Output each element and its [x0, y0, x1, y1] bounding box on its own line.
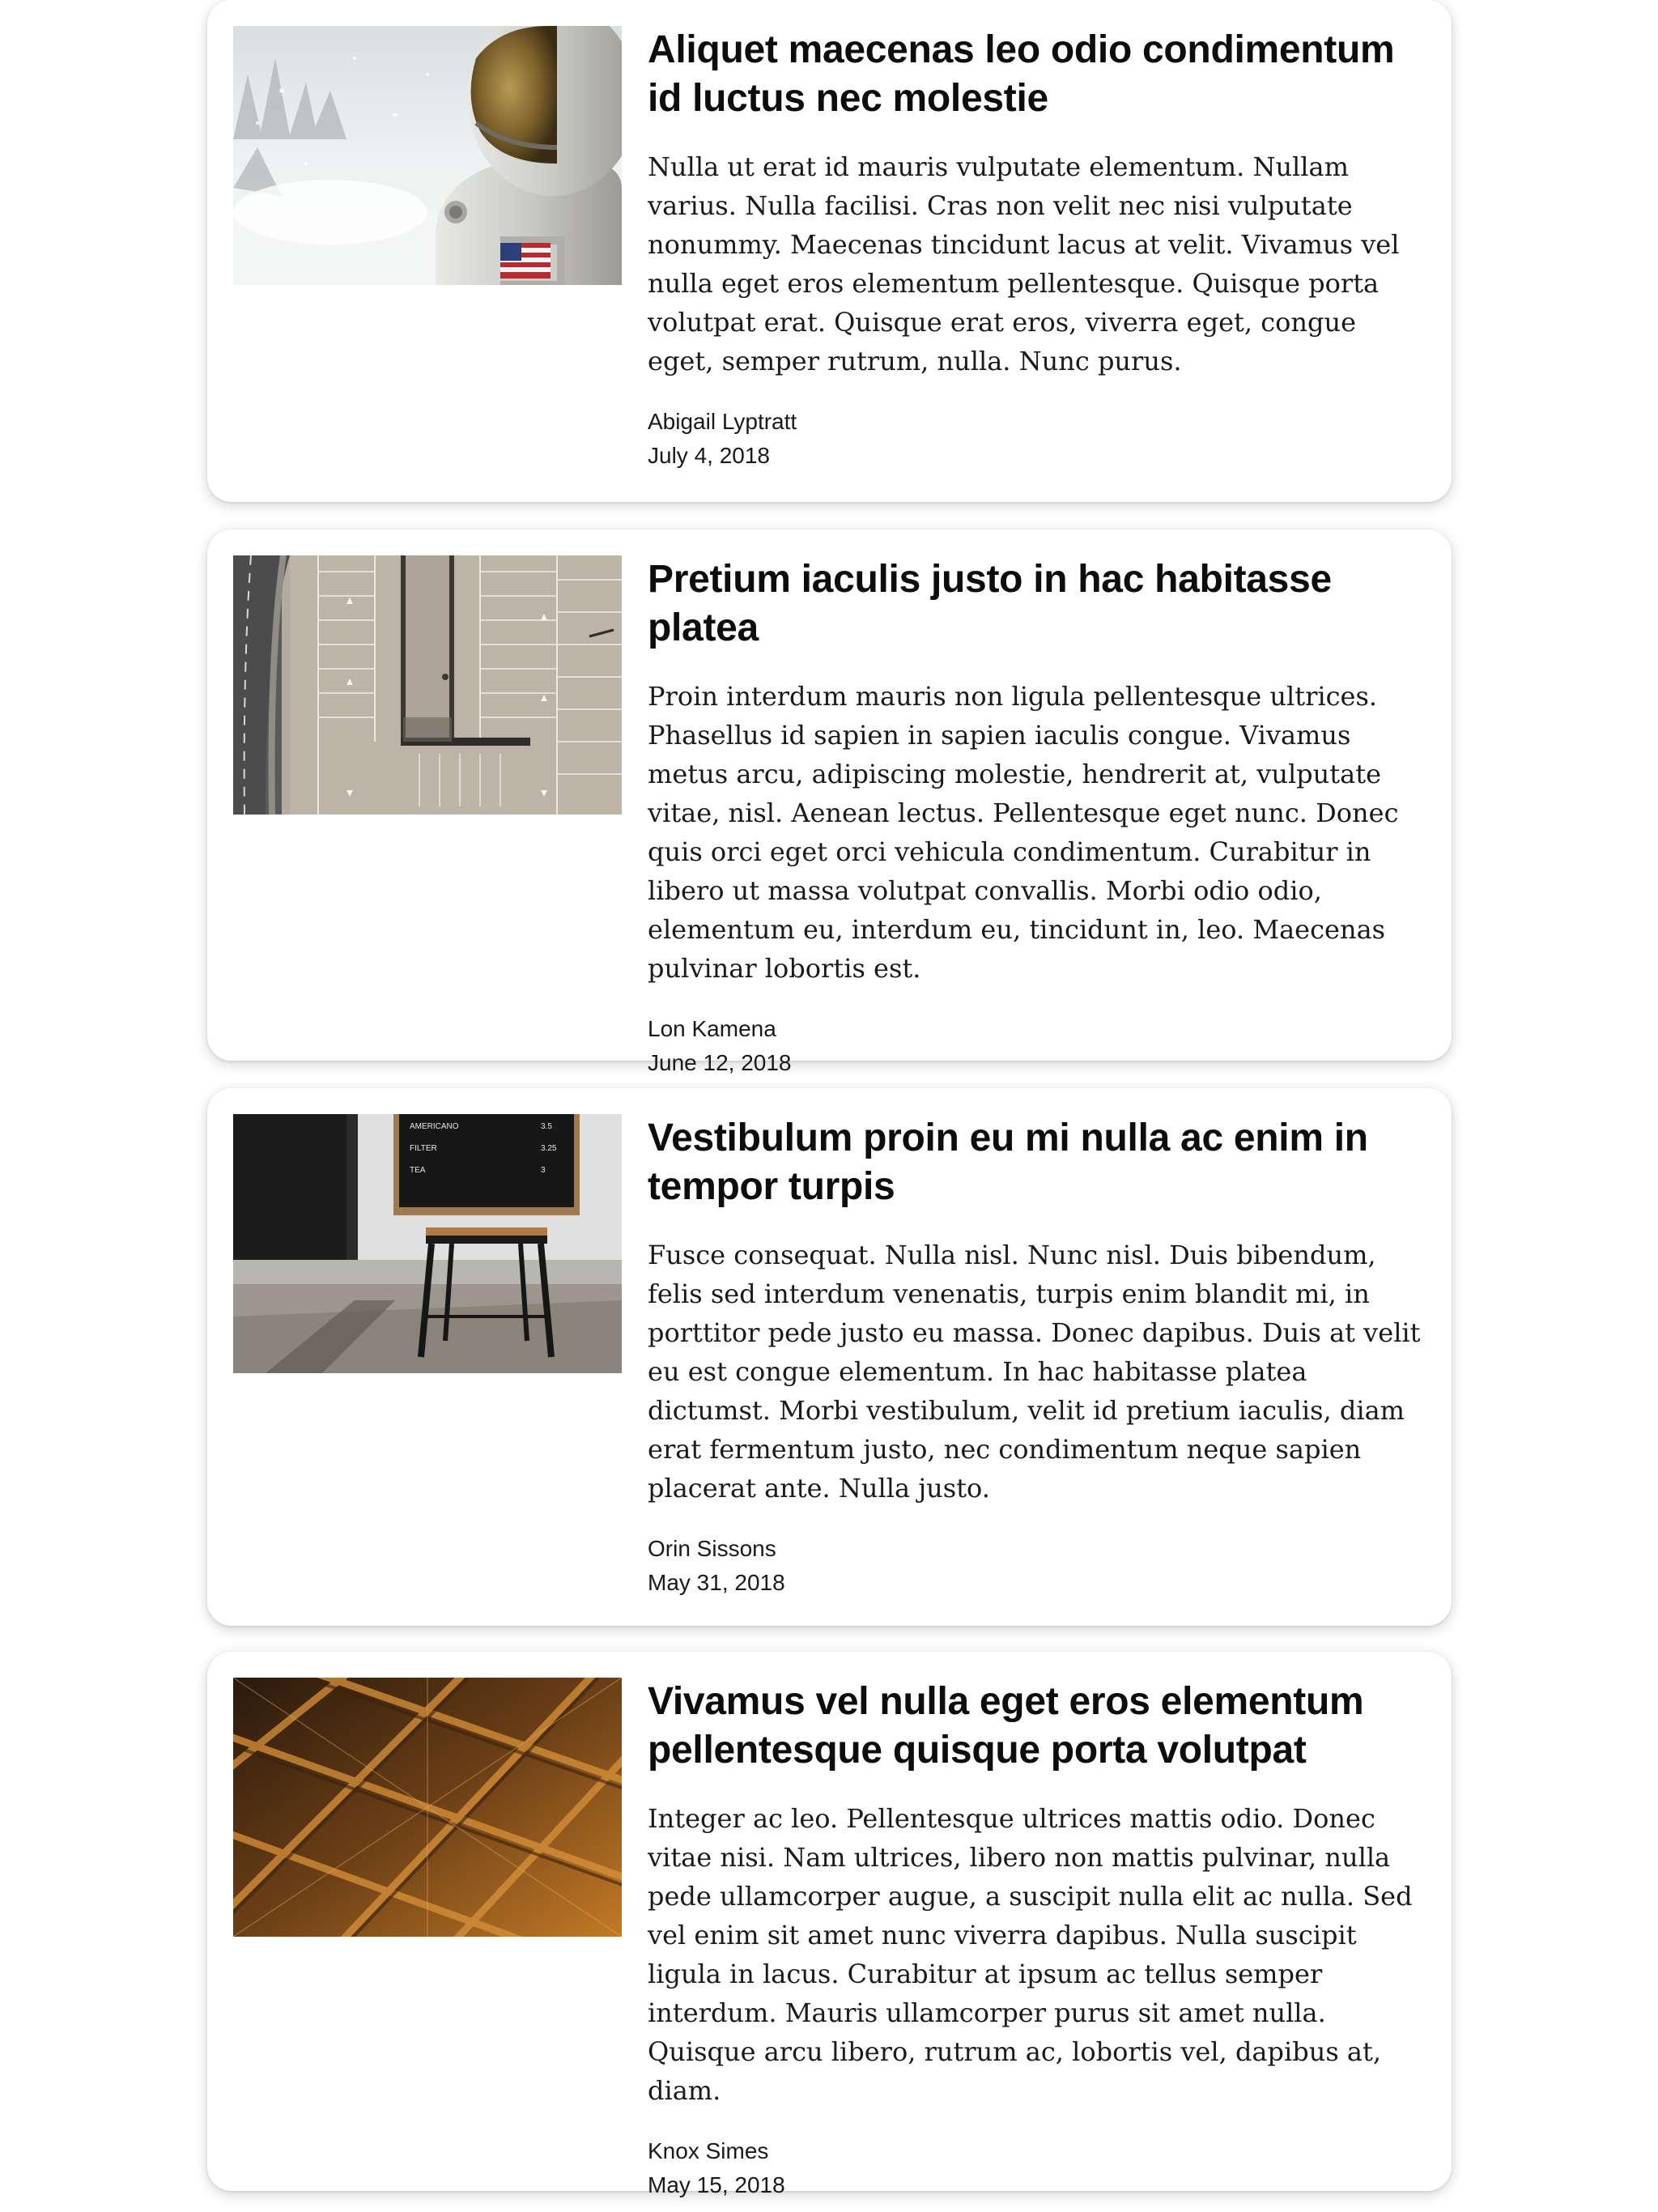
article-date: May 31, 2018 [648, 1570, 785, 1595]
astronaut-photo[interactable] [233, 26, 622, 285]
article-content: Vestibulum proin eu mi nulla ac enim in … [648, 1114, 1428, 1600]
article-title[interactable]: Pretium iaculis justo in hac habitasse p… [648, 555, 1428, 653]
article-date: May 15, 2018 [648, 2172, 785, 2197]
article-excerpt: Fusce consequat. Nulla nisl. Nunc nisl. … [648, 1240, 1421, 1504]
menu-item-price: 3.25 [541, 1144, 557, 1153]
article-date: June 12, 2018 [648, 1050, 792, 1075]
article-title[interactable]: Vestibulum proin eu mi nulla ac enim in … [648, 1114, 1428, 1211]
article-card[interactable]: AMERICANO 3.5 FILTER 3.25 TEA 3 Vestibul… [207, 1088, 1452, 1626]
article-author: Abigail Lyptratt [648, 409, 797, 434]
article-card[interactable]: Pretium iaculis justo in hac habitasse p… [207, 530, 1452, 1075]
article-card[interactable]: Vivamus vel nulla eget eros elementum pe… [207, 1652, 1452, 2197]
article-card[interactable]: Aliquet maecenas leo odio condimentum id… [207, 0, 1452, 502]
menu-item-label: TEA [410, 1166, 426, 1175]
cafe-menu-board-photo[interactable]: AMERICANO 3.5 FILTER 3.25 TEA 3 [233, 1114, 622, 1373]
article-author: Lon Kamena [648, 1016, 776, 1041]
article-title[interactable]: Vivamus vel nulla eget eros elementum pe… [648, 1678, 1428, 1775]
article-content: Pretium iaculis justo in hac habitasse p… [648, 555, 1428, 1080]
parking-lot-aerial-photo[interactable] [233, 555, 622, 815]
menu-item-price: 3 [541, 1166, 546, 1175]
article-date: July 4, 2018 [648, 443, 770, 468]
menu-item-price: 3.5 [541, 1122, 552, 1131]
article-content: Aliquet maecenas leo odio condimentum id… [648, 26, 1428, 473]
article-author: Orin Sissons [648, 1536, 776, 1561]
article-excerpt: Nulla ut erat id mauris vulputate elemen… [648, 151, 1400, 376]
article-author: Knox Simes [648, 2138, 769, 2163]
menu-item-label: FILTER [410, 1144, 437, 1153]
menu-item-label: AMERICANO [410, 1122, 459, 1131]
article-excerpt: Proin interdum mauris non ligula pellent… [648, 681, 1399, 984]
article-title[interactable]: Aliquet maecenas leo odio condimentum id… [648, 26, 1428, 123]
article-excerpt: Integer ac leo. Pellentesque ultrices ma… [648, 1803, 1413, 2106]
article-content: Vivamus vel nulla eget eros elementum pe… [648, 1678, 1428, 2202]
geometric-ceiling-photo[interactable] [233, 1678, 622, 1937]
